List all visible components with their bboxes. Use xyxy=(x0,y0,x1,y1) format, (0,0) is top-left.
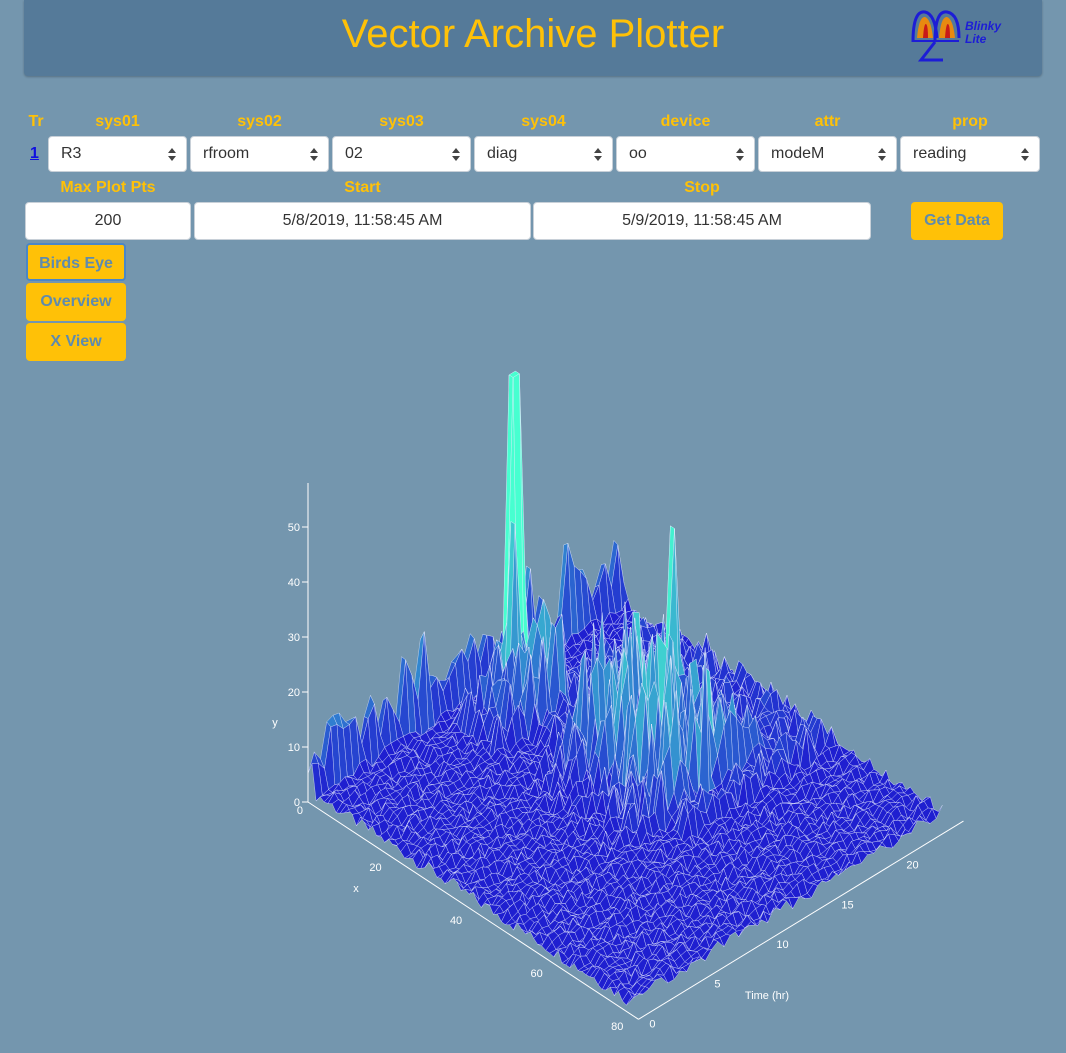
x-tick-label: 0 xyxy=(297,805,303,817)
t-tick-label: 15 xyxy=(841,899,853,911)
x-tick-label: 20 xyxy=(369,862,381,874)
x-tick-label: 80 xyxy=(611,1021,623,1033)
t-tick-label: 5 xyxy=(714,979,720,991)
surface-plot[interactable]: 01020304050y020406080x05101520Time (hr) xyxy=(0,0,1066,1053)
x-tick-label: 40 xyxy=(450,915,462,927)
y-tick-label: 30 xyxy=(288,632,300,644)
y-tick-label: 50 xyxy=(288,522,300,534)
y-tick-label: 40 xyxy=(288,577,300,589)
t-tick-label: 0 xyxy=(649,1018,655,1030)
t-tick-label: 20 xyxy=(906,860,918,872)
y-tick-label: 10 xyxy=(288,742,300,754)
x-axis-label: x xyxy=(353,883,359,895)
x-tick-label: 60 xyxy=(531,968,543,980)
y-tick-label: 20 xyxy=(288,687,300,699)
t-tick-label: 10 xyxy=(776,939,788,951)
t-axis-label: Time (hr) xyxy=(745,990,789,1002)
y-axis-label: y xyxy=(272,717,278,729)
